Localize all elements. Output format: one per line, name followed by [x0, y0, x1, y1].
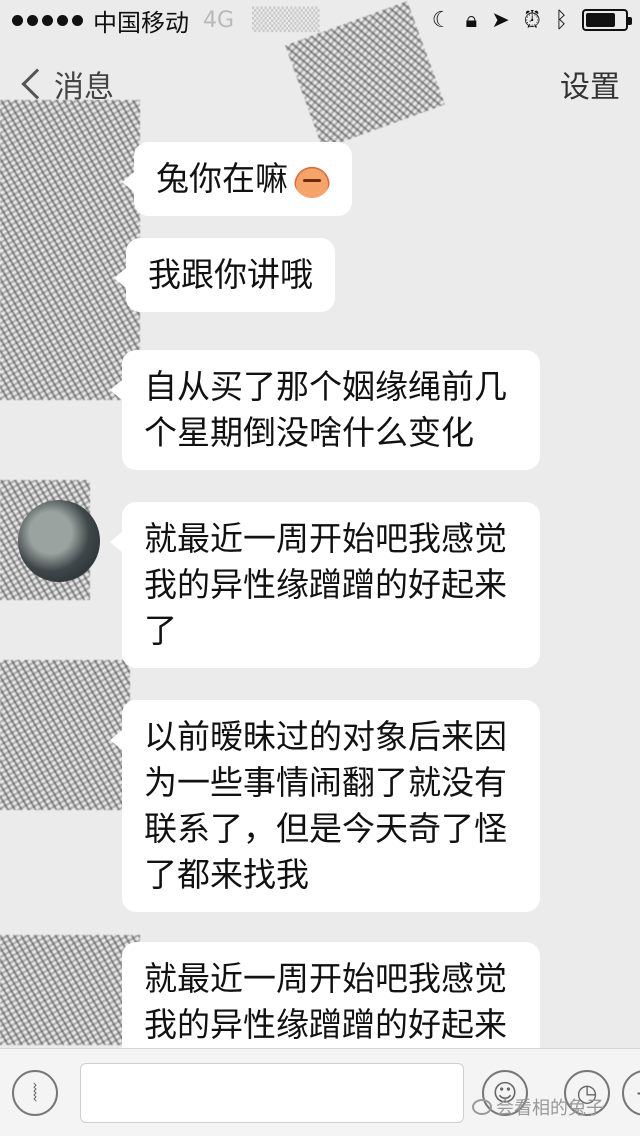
message-text: 就最近一周开始吧我感觉我的异性缘蹭蹭的好起来 — [144, 959, 507, 1044]
battery-fill — [586, 13, 615, 27]
carrier-label: 中国移动 — [93, 8, 189, 37]
message-text: 我跟你讲哦 — [148, 255, 313, 294]
wechat-logo-icon — [472, 1099, 492, 1115]
message-bubble: 就最近一周开始吧我感觉我的异性缘蹭蹭的好起来 — [122, 942, 540, 1048]
battery-icon — [582, 9, 632, 31]
message-text: 自从买了那个姻缘绳前几个星期倒没啥什么变化 — [144, 367, 507, 452]
watermark-text: 会看相的兔子 — [496, 1098, 604, 1119]
alarm-icon: ⏰︎ — [523, 7, 541, 33]
avatar[interactable] — [18, 500, 100, 582]
moon-icon: ☾ — [431, 7, 452, 33]
message-bubble: 我跟你讲哦 — [114, 238, 335, 312]
watermark: 会看相的兔子 — [472, 1094, 604, 1120]
location-icon: ➤ — [491, 7, 510, 33]
blurred-time: ▒▒▒▒ — [252, 7, 320, 33]
message-text: 以前暧昧过的对象后来因为一些事情闹翻了就没有联系了，但是今天奇了怪了都来找我 — [144, 717, 507, 894]
chevron-left-icon — [21, 68, 53, 100]
redaction-scribble — [0, 100, 140, 400]
message-bubble: 兔你在嘛 — [122, 142, 352, 216]
signal-strength-icon — [12, 14, 83, 26]
message-input[interactable] — [80, 1062, 464, 1123]
input-bar: ⦚ ☺ ◷ + — [0, 1048, 640, 1136]
message-bubble: 就最近一周开始吧我感觉我的异性缘蹭蹭的好起来了 — [110, 502, 540, 668]
status-icons: ☾ 🔒︎ ➤ ⏰︎ ᛒ — [431, 7, 632, 33]
message-text: 兔你在嘛 — [156, 159, 288, 198]
add-button[interactable]: + — [622, 1069, 640, 1116]
message-text: 就最近一周开始吧我感觉我的异性缘蹭蹭的好起来了 — [144, 519, 507, 650]
rotation-lock-icon: 🔒︎ — [465, 7, 478, 33]
settings-button[interactable]: 设置 — [560, 62, 620, 106]
bluetooth-icon: ᛒ — [554, 7, 568, 33]
message-bubble: 以前暧昧过的对象后来因为一些事情闹翻了就没有联系了，但是今天奇了怪了都来找我 — [110, 700, 540, 912]
voice-wave-icon: ⦚ — [32, 1078, 38, 1107]
plus-icon: + — [635, 1079, 640, 1107]
redaction-scribble — [0, 935, 140, 1045]
message-bubble: 自从买了那个姻缘绳前几个星期倒没啥什么变化 — [110, 350, 540, 470]
network-type: 4G — [203, 7, 235, 33]
voice-input-button[interactable]: ⦚ — [12, 1069, 58, 1116]
blush-emoji-icon — [294, 163, 330, 198]
